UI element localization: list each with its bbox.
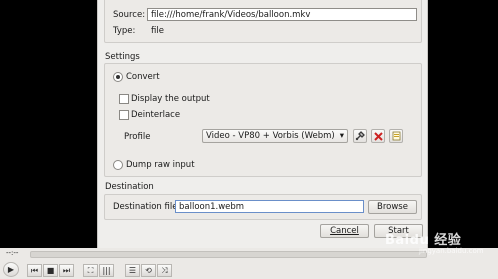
equalizer-icon: ||| (102, 266, 111, 275)
play-icon: ▶ (7, 265, 15, 274)
new-profile-button[interactable] (389, 129, 403, 143)
dump-raw-radio[interactable] (113, 160, 123, 170)
destination-title: Destination (105, 182, 154, 192)
profile-select[interactable]: Video - VP80 + Vorbis (Webm) ▾ (202, 129, 348, 143)
profile-value: Video - VP80 + Vorbis (Webm) (206, 131, 335, 141)
seek-slider[interactable] (30, 251, 427, 258)
display-output-checkbox[interactable] (119, 94, 129, 104)
settings-group: Convert Display the output Deinterlace P… (104, 63, 422, 177)
previous-button[interactable]: ⏮ (27, 264, 42, 277)
destination-file-input[interactable]: balloon1.webm (175, 200, 364, 213)
playlist-icon: ☰ (128, 266, 137, 275)
extended-settings-button[interactable]: ||| (99, 264, 114, 277)
loop-icon: ⟲ (145, 266, 152, 275)
deinterlace-label[interactable]: Deinterlace (131, 110, 180, 120)
convert-label[interactable]: Convert (126, 72, 160, 82)
fullscreen-button[interactable]: ⛶ (83, 264, 98, 277)
type-label: Type: (113, 26, 136, 36)
shuffle-button[interactable]: ⤨ (157, 264, 172, 277)
dropdown-arrow-icon: ▾ (339, 131, 344, 141)
play-button[interactable]: ▶ (3, 262, 19, 277)
deinterlace-checkbox[interactable] (119, 110, 129, 120)
profile-label: Profile (124, 132, 151, 142)
loop-button[interactable]: ⟲ (141, 264, 156, 277)
edit-profile-button[interactable] (353, 129, 367, 143)
destination-file-label: Destination file: (113, 202, 181, 212)
shuffle-icon: ⤨ (161, 265, 168, 275)
dump-raw-label[interactable]: Dump raw input (126, 160, 195, 170)
wrench-icon (355, 131, 365, 141)
destination-group: Destination file: balloon1.webm Browse (104, 194, 422, 220)
watermark-url: jingyan.baidu.com (419, 247, 484, 255)
stop-icon: ■ (46, 266, 55, 275)
cancel-label: Cancel (330, 226, 359, 236)
source-group: Source: file:///home/frank/Videos/balloo… (104, 0, 422, 43)
delete-profile-button[interactable] (371, 129, 385, 143)
type-value: file (151, 26, 164, 36)
baidu-watermark: Baidu 经验 (385, 233, 462, 248)
browse-button[interactable]: Browse (368, 200, 417, 214)
time-elapsed: --:-- (6, 249, 19, 257)
playlist-button[interactable]: ☰ (125, 264, 140, 277)
convert-dialog: Source: file:///home/frank/Videos/balloo… (97, 0, 428, 248)
next-button[interactable]: ⏭ (59, 264, 74, 277)
stop-button[interactable]: ■ (43, 264, 58, 277)
fullscreen-icon: ⛶ (87, 265, 94, 275)
new-document-icon (392, 131, 400, 141)
settings-title: Settings (105, 52, 140, 62)
delete-x-icon (373, 131, 383, 141)
display-output-label[interactable]: Display the output (131, 94, 210, 104)
convert-radio[interactable] (113, 72, 123, 82)
source-field[interactable]: file:///home/frank/Videos/balloon.mkv (147, 8, 417, 21)
source-label: Source: (113, 10, 146, 20)
cancel-button[interactable]: Cancel (320, 224, 369, 238)
next-icon: ⏭ (62, 265, 71, 275)
previous-icon: ⏮ (30, 265, 39, 275)
